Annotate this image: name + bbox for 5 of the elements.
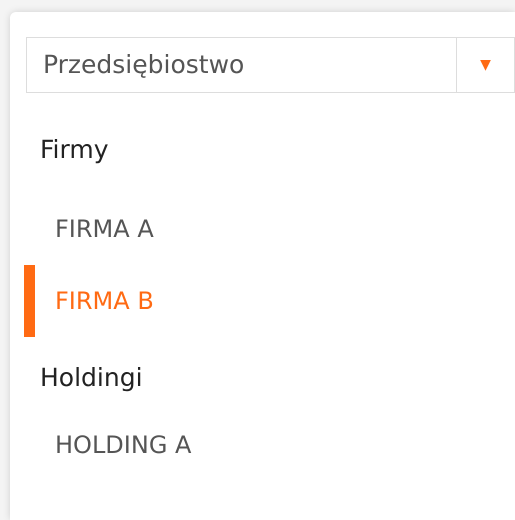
group-heading: Holdingi — [39, 362, 144, 394]
list-item[interactable]: HOLDING A — [24, 409, 515, 481]
dropdown[interactable]: Przedsiębiostwo ▼ — [26, 37, 515, 93]
group-heading: Firmy — [39, 134, 110, 166]
list-item[interactable]: FIRMA A — [24, 193, 515, 265]
